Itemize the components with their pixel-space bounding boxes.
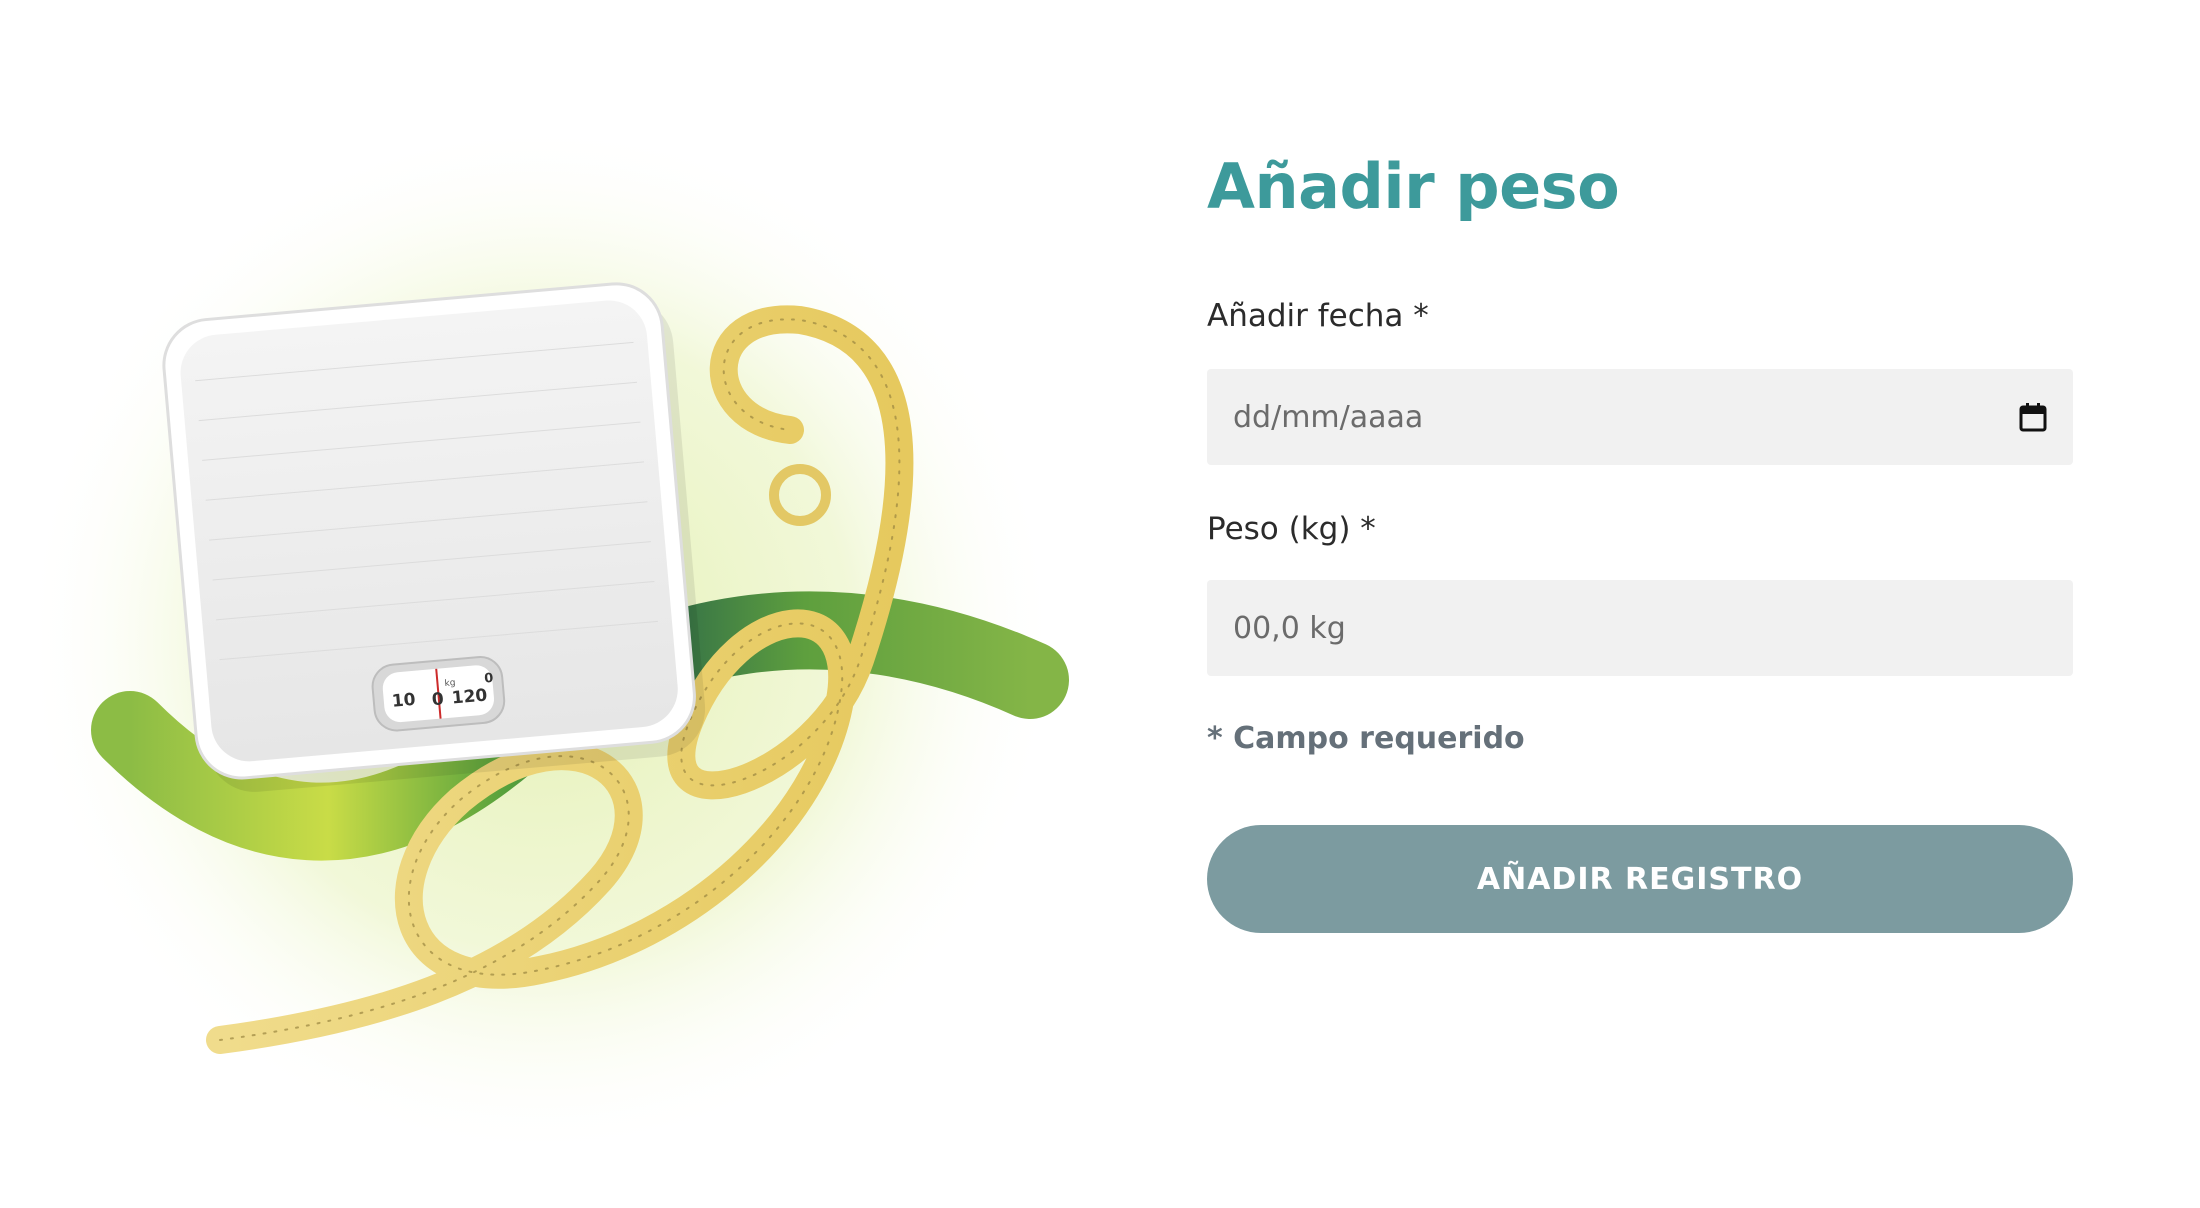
bathroom-scale: 10 0 kg 120 0 [162, 282, 696, 780]
scale-dial: 10 0 kg 120 0 [371, 656, 506, 732]
dial-number-120: 120 [451, 685, 488, 708]
date-placeholder: dd/mm/aaaa [1233, 399, 1424, 435]
page-title: Añadir peso [1207, 150, 1620, 223]
add-weight-form: Añadir peso Añadir fecha * dd/mm/aaaa Pe… [1207, 0, 2077, 1208]
add-weight-page: 10 0 kg 120 0 Añadir peso Añadir fecha *… [0, 0, 2200, 1208]
weight-field[interactable]: 00,0 kg [1207, 580, 2073, 676]
weight-label: Peso (kg) * [1207, 511, 1376, 547]
weight-placeholder: 00,0 kg [1233, 610, 1346, 646]
calendar-icon[interactable] [2019, 402, 2047, 432]
required-field-note: * Campo requerido [1207, 721, 1525, 756]
weight-scale-illustration: 10 0 kg 120 0 [40, 120, 1120, 1200]
date-label: Añadir fecha * [1207, 298, 1429, 334]
date-field[interactable]: dd/mm/aaaa [1207, 369, 2073, 465]
add-record-button[interactable]: AÑADIR REGISTRO [1207, 825, 2073, 933]
dial-number-0: 0 [431, 689, 445, 710]
dial-number-0-right: 0 [484, 671, 494, 687]
dial-number-10: 10 [391, 690, 416, 712]
